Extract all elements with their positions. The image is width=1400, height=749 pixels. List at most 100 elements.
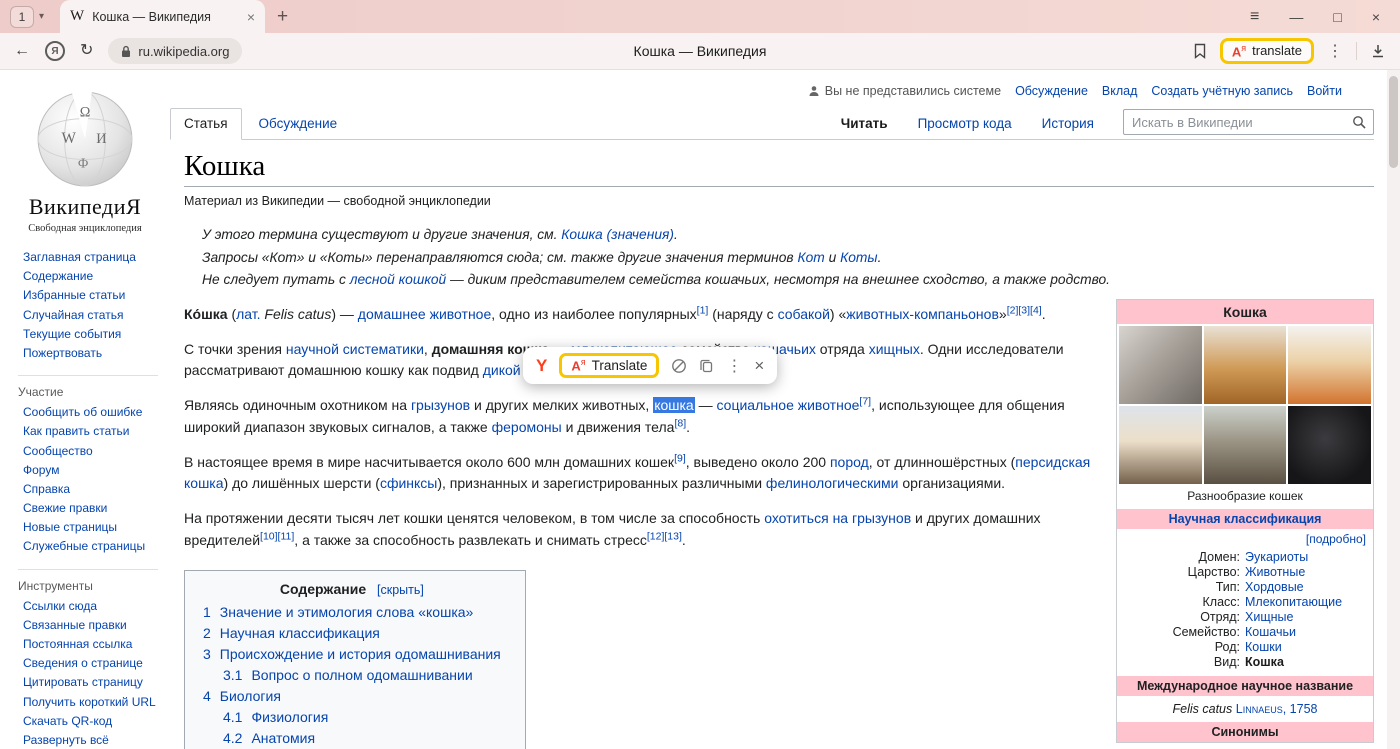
cat-photo-4[interactable] <box>1119 406 1202 484</box>
yandex-button-icon[interactable]: Я <box>45 41 65 61</box>
popup-translate-button[interactable]: Aя Translate <box>559 353 659 378</box>
sidebar-link[interactable]: Постоянная ссылка <box>23 636 132 652</box>
sidebar-link[interactable]: Ссылки сюда <box>23 598 97 614</box>
wiki-link[interactable]: охотиться на грызунов <box>764 510 911 526</box>
cat-photo-6[interactable] <box>1288 406 1371 484</box>
user-link[interactable]: Войти <box>1307 84 1342 98</box>
toc-link[interactable]: 3Происхождение и история одомашнивания <box>203 646 501 662</box>
copy-icon[interactable] <box>699 358 714 373</box>
wiki-link[interactable]: лесной кошкой <box>350 272 446 287</box>
user-link[interactable]: Создать учётную запись <box>1151 84 1293 98</box>
year-link[interactable]: , 1758 <box>1283 702 1318 716</box>
tab-counter[interactable]: 1 <box>10 6 34 28</box>
wiki-link[interactable]: феромоны <box>492 419 562 435</box>
tabs-dropdown-icon[interactable]: ▾ <box>39 11 44 22</box>
sidebar-link[interactable]: Получить короткий URL <box>23 694 156 710</box>
wikipedia-logo[interactable]: Ω W И Ф ВикипедиЯ Свободная энциклопедия <box>0 86 170 234</box>
sidebar-link[interactable]: Сведения о странице <box>23 655 143 671</box>
taxonomy-value-link[interactable]: Кошка <box>1245 655 1284 669</box>
sidebar-link[interactable]: Служебные страницы <box>23 538 145 554</box>
toc-link[interactable]: 3.1Вопрос о полном одомашнивании <box>223 667 501 683</box>
menu-icon[interactable]: ≡ <box>1250 8 1259 26</box>
wiki-link[interactable]: лат. <box>236 306 260 322</box>
sidebar-link[interactable]: Как править статьи <box>23 423 129 439</box>
sidebar-link[interactable]: Новые страницы <box>23 519 117 535</box>
toolbar-more-icon[interactable]: ⋮ <box>1327 41 1343 61</box>
wiki-search-input[interactable] <box>1124 110 1352 134</box>
scrollbar[interactable] <box>1387 70 1400 749</box>
reload-icon[interactable]: ↻ <box>80 43 93 59</box>
address-bar[interactable]: ru.wikipedia.org <box>108 38 242 64</box>
toc-link[interactable]: 4.2Анатомия <box>223 730 501 746</box>
sidebar-link[interactable]: Цитировать страницу <box>23 674 143 690</box>
bookmark-icon[interactable] <box>1193 43 1207 59</box>
reference-link[interactable]: [2][3][4] <box>1007 304 1042 316</box>
wiki-link[interactable]: научной систематики <box>286 341 424 357</box>
reference-link[interactable]: [7] <box>859 395 871 407</box>
tab-read[interactable]: Читать <box>828 109 901 139</box>
back-icon[interactable]: ← <box>14 43 30 59</box>
toc-link[interactable]: 4.1Физиология <box>223 709 501 725</box>
taxonomy-value-link[interactable]: Животные <box>1245 565 1305 579</box>
wiki-link[interactable]: сфинксы <box>380 475 437 491</box>
minimize-icon[interactable]: — <box>1289 9 1303 25</box>
new-tab-button[interactable]: + <box>277 6 288 28</box>
tab-article[interactable]: Статья <box>170 108 242 140</box>
sidebar-link[interactable]: Текущие события <box>23 326 121 342</box>
disable-translation-icon[interactable] <box>671 358 687 374</box>
popup-more-icon[interactable]: ⋮ <box>726 356 742 376</box>
sidebar-link[interactable]: Справка <box>23 481 70 497</box>
wiki-link[interactable]: хищных <box>869 341 920 357</box>
sidebar-link[interactable]: Пожертвовать <box>23 345 102 361</box>
wiki-link[interactable]: Кошка (значения) <box>561 227 674 242</box>
scrollbar-thumb[interactable] <box>1389 76 1398 168</box>
reference-link[interactable]: [12][13] <box>647 530 682 542</box>
sidebar-link[interactable]: Скачать QR-код <box>23 713 112 729</box>
wiki-link[interactable]: домашнее животное <box>358 306 491 322</box>
tab-discussion[interactable]: Обсуждение <box>246 109 351 139</box>
cat-photo-1[interactable] <box>1119 326 1202 404</box>
taxonomy-value-link[interactable]: Кошки <box>1245 640 1282 654</box>
taxonomy-value-link[interactable]: Эукариоты <box>1245 550 1308 564</box>
browser-tab[interactable]: W Кошка — Википедия × <box>60 0 265 33</box>
reference-link[interactable]: [1] <box>697 304 709 316</box>
search-icon[interactable] <box>1352 115 1366 129</box>
taxonomy-value-link[interactable]: Кошачьи <box>1245 625 1296 639</box>
toc-link[interactable]: 1Значение и этимология слова «кошка» <box>203 604 501 620</box>
taxonomy-value-link[interactable]: Хордовые <box>1245 580 1304 594</box>
user-link[interactable]: Обсуждение <box>1015 84 1088 98</box>
taxonomy-value-link[interactable]: Хищные <box>1245 610 1293 624</box>
toc-link[interactable]: 4Биология <box>203 688 501 704</box>
sidebar-link[interactable]: Содержание <box>23 268 93 284</box>
maximize-icon[interactable]: □ <box>1333 9 1341 25</box>
reference-link[interactable]: [8] <box>674 417 686 429</box>
reference-link[interactable]: [10][11] <box>260 530 294 542</box>
sidebar-link[interactable]: Заглавная страница <box>23 249 136 265</box>
sidebar-link[interactable]: Случайная статья <box>23 307 123 323</box>
wiki-link[interactable]: грызунов <box>411 397 470 413</box>
sidebar-link[interactable]: Связанные правки <box>23 617 127 633</box>
reference-link[interactable]: [9] <box>674 452 686 464</box>
sidebar-link[interactable]: Развернуть всё <box>23 732 109 748</box>
cat-photo-5[interactable] <box>1204 406 1287 484</box>
taxonomy-value-link[interactable]: Млекопитающие <box>1245 595 1342 609</box>
user-link[interactable]: Вклад <box>1102 84 1138 98</box>
wiki-link[interactable]: Коты <box>840 250 877 265</box>
close-window-icon[interactable]: × <box>1372 9 1380 25</box>
sidebar-link[interactable]: Свежие правки <box>23 500 107 516</box>
download-icon[interactable] <box>1370 43 1386 59</box>
popup-close-icon[interactable]: × <box>754 356 764 376</box>
wiki-link[interactable]: собакой <box>778 306 830 322</box>
cat-photo-2[interactable] <box>1204 326 1287 404</box>
wiki-link[interactable]: социальное животное <box>717 397 860 413</box>
cat-photo-3[interactable] <box>1288 326 1371 404</box>
translate-button[interactable]: Aя translate <box>1220 38 1314 64</box>
sidebar-link[interactable]: Сообщество <box>23 443 93 459</box>
wiki-search-box[interactable] <box>1123 109 1374 135</box>
wiki-link[interactable]: Кот <box>797 250 824 265</box>
wiki-link[interactable]: животных-компаньонов <box>846 306 999 322</box>
author-link[interactable]: Linnaeus <box>1236 702 1283 716</box>
tab-history[interactable]: История <box>1029 109 1107 139</box>
sidebar-link[interactable]: Сообщить об ошибке <box>23 404 142 420</box>
sidebar-link[interactable]: Избранные статьи <box>23 287 125 303</box>
